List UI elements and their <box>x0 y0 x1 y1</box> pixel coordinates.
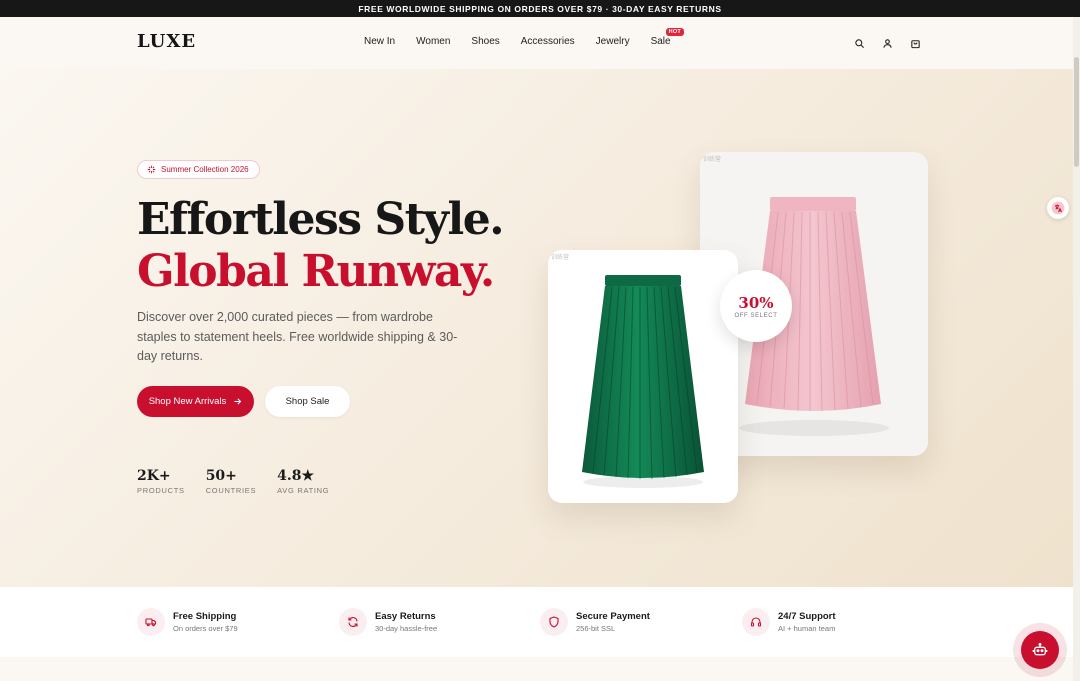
chat-assistant-button[interactable] <box>1013 623 1067 677</box>
translate-button[interactable] <box>1047 197 1069 219</box>
nav-item-jewelry[interactable]: Jewelry <box>596 36 630 47</box>
nav-item-new-in[interactable]: New In <box>364 36 395 47</box>
feature-title: 24/7 Support <box>778 611 836 622</box>
feature-title: Free Shipping <box>173 611 237 622</box>
next-section-peek <box>0 657 1073 681</box>
nav-item-accessories[interactable]: Accessories <box>521 36 575 47</box>
headset-icon <box>742 608 770 636</box>
robot-icon <box>1032 642 1048 656</box>
stat-products: 2K+ PRODUCTS <box>137 468 185 495</box>
refresh-icon <box>339 608 367 636</box>
stat-value: 50+ <box>205 468 237 484</box>
green-pleated-skirt-image <box>582 275 704 488</box>
collection-pill-label: Summer Collection 2026 <box>161 165 249 174</box>
stat-countries: 50+ COUNTRIES <box>206 468 256 495</box>
product-card-green-skirt[interactable]: 训练营 <box>548 250 738 503</box>
shield-icon <box>540 608 568 636</box>
nav-item-sale[interactable]: Sale HOT <box>650 28 685 47</box>
feature-subtitle: AI + human team <box>778 624 836 633</box>
card-tag: 训练营 <box>703 157 722 163</box>
search-icon[interactable] <box>852 36 866 50</box>
feature-subtitle: 256-bit SSL <box>576 624 616 633</box>
sparkle-icon <box>147 165 156 174</box>
nav-item-women[interactable]: Women <box>416 36 450 47</box>
stat-value: 2K+ <box>137 468 171 484</box>
feature-secure-payment: Secure Payment 256-bit SSL <box>540 608 650 636</box>
card-tag: 训练营 <box>551 255 570 261</box>
header-actions <box>852 36 922 50</box>
page-scrollbar[interactable] <box>1073 17 1080 681</box>
feature-free-shipping: Free Shipping On orders over $79 <box>137 608 238 636</box>
shop-new-arrivals-button[interactable]: Shop New Arrivals <box>137 386 254 417</box>
truck-icon <box>137 608 165 636</box>
shop-sale-button[interactable]: Shop Sale <box>265 386 350 417</box>
site-header: LUXE New In Women Shoes Accessories Jewe… <box>0 17 1080 69</box>
headline-line-2: Global Runway. <box>137 246 495 297</box>
discount-badge: 30% OFF SELECT <box>720 270 792 342</box>
stat-label: COUNTRIES <box>205 486 257 495</box>
chat-assistant-inner[interactable] <box>1021 631 1059 669</box>
stat-label: PRODUCTS <box>137 486 185 495</box>
hot-badge: HOT <box>665 28 685 36</box>
hero-headline: Effortless Style. Global Runway. <box>137 194 505 298</box>
discount-value: 30% <box>738 293 774 312</box>
arrow-right-icon <box>234 398 242 405</box>
nav-item-sale-label: Sale <box>650 36 671 47</box>
main-nav: New In Women Shoes Accessories Jewelry S… <box>364 28 685 47</box>
headline-line-1: Effortless Style. <box>137 194 505 245</box>
shop-new-arrivals-label: Shop New Arrivals <box>148 396 227 407</box>
feature-title: Easy Returns <box>375 611 436 622</box>
logo[interactable]: LUXE <box>137 31 196 52</box>
hero-subtext: Discover over 2,000 curated pieces — fro… <box>137 310 458 363</box>
stat-rating: 4.8★ AVG RATING <box>277 468 329 495</box>
announcement-text: FREE WORLDWIDE SHIPPING ON ORDERS OVER $… <box>358 3 722 14</box>
scrollbar-thumb[interactable] <box>1074 57 1079 167</box>
stat-value: 4.8★ <box>277 468 315 484</box>
feature-title: Secure Payment <box>576 611 650 622</box>
shopping-bag-icon[interactable] <box>908 36 922 50</box>
feature-support: 24/7 Support AI + human team <box>742 608 836 636</box>
hero-stats: 2K+ PRODUCTS 50+ COUNTRIES 4.8★ AVG RATI… <box>137 468 329 495</box>
feature-subtitle: On orders over $79 <box>173 624 238 633</box>
user-icon[interactable] <box>880 36 894 50</box>
announcement-bar: FREE WORLDWIDE SHIPPING ON ORDERS OVER $… <box>0 0 1080 17</box>
stat-label: AVG RATING <box>277 486 330 495</box>
collection-pill[interactable]: Summer Collection 2026 <box>137 160 260 179</box>
translate-icon <box>1051 201 1065 215</box>
nav-item-shoes[interactable]: Shoes <box>471 36 499 47</box>
feature-subtitle: 30-day hassle-free <box>375 624 438 633</box>
features-bar: Free Shipping On orders over $79 Easy Re… <box>0 587 1073 657</box>
feature-easy-returns: Easy Returns 30-day hassle-free <box>339 608 437 636</box>
discount-label: OFF SELECT <box>734 312 778 319</box>
